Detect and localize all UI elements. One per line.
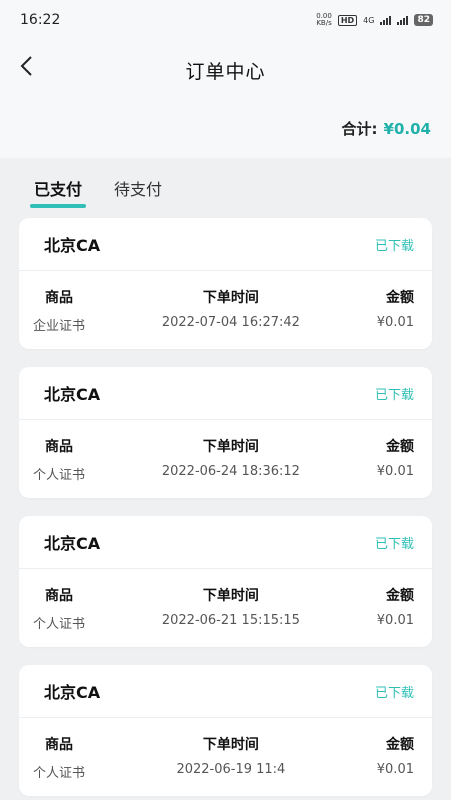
status-time: 16:22 — [20, 12, 61, 28]
time-column: 下单时间 2022-06-19 11:4 — [176, 734, 285, 781]
order-name: 北京CA — [44, 236, 101, 255]
time-column: 下单时间 2022-06-21 15:15:15 — [162, 585, 300, 632]
chevron-left-icon — [20, 56, 32, 76]
amount-value: ¥0.01 — [376, 315, 414, 330]
nav-bar: 订单中心 — [0, 40, 451, 100]
time-label: 下单时间 — [202, 737, 259, 753]
amount-value: ¥0.01 — [376, 613, 414, 628]
signal-icon — [380, 15, 392, 25]
order-card-header: 北京CA 已下载 — [19, 218, 432, 271]
product-value: 个人证书 — [33, 617, 86, 632]
order-name: 北京CA — [44, 534, 101, 553]
order-card-header: 北京CA 已下载 — [19, 516, 432, 569]
battery-icon: 82 — [414, 14, 433, 26]
amount-label: 金额 — [386, 439, 414, 455]
product-column: 商品 个人证书 — [33, 734, 85, 781]
order-card[interactable]: 北京CA 已下载 商品 企业证书 下单时间 2022-07-04 16:27:4… — [19, 218, 432, 349]
back-button[interactable] — [16, 54, 40, 78]
order-card-body: 商品 个人证书 下单时间 2022-06-21 15:15:15 金额 ¥0.0… — [19, 569, 432, 632]
time-column: 下单时间 2022-07-04 16:27:42 — [162, 287, 300, 334]
order-card[interactable]: 北京CA 已下载 商品 个人证书 下单时间 2022-06-21 15:15:1… — [19, 516, 432, 647]
total-label: 合计: — [341, 120, 378, 138]
order-card-body: 商品 个人证书 下单时间 2022-06-24 18:36:12 金额 ¥0.0… — [19, 420, 432, 483]
order-card-header: 北京CA 已下载 — [19, 665, 432, 718]
order-status[interactable]: 已下载 — [375, 682, 414, 701]
total-amount: ¥0.04 — [383, 120, 431, 138]
product-column: 商品 个人证书 — [33, 585, 85, 632]
time-label: 下单时间 — [202, 290, 259, 306]
hd-icon: HD — [337, 14, 358, 26]
amount-label: 金额 — [386, 588, 414, 604]
product-value: 个人证书 — [33, 468, 86, 483]
order-status[interactable]: 已下载 — [375, 384, 414, 403]
order-card-body: 商品 个人证书 下单时间 2022-06-19 11:4 金额 ¥0.01 — [19, 718, 432, 781]
amount-column: 金额 ¥0.01 — [377, 287, 414, 334]
time-value: 2022-07-04 16:27:42 — [161, 315, 300, 330]
order-name: 北京CA — [44, 683, 101, 702]
time-value: 2022-06-19 11:4 — [176, 762, 286, 777]
order-name: 北京CA — [44, 385, 101, 404]
time-column: 下单时间 2022-06-24 18:36:12 — [162, 436, 300, 483]
product-label: 商品 — [45, 290, 73, 306]
product-label: 商品 — [45, 737, 73, 753]
product-value: 个人证书 — [33, 766, 86, 781]
order-card[interactable]: 北京CA 已下载 商品 个人证书 下单时间 2022-06-24 18:36:1… — [19, 367, 432, 498]
wifi-signal-icon — [397, 15, 409, 25]
order-list: 北京CA 已下载 商品 企业证书 下单时间 2022-07-04 16:27:4… — [0, 218, 451, 796]
order-card[interactable]: 北京CA 已下载 商品 个人证书 下单时间 2022-06-19 11:4 金额… — [19, 665, 432, 796]
time-label: 下单时间 — [202, 588, 259, 604]
product-label: 商品 — [45, 588, 73, 604]
time-value: 2022-06-21 15:15:15 — [161, 613, 300, 628]
amount-column: 金额 ¥0.01 — [377, 585, 414, 632]
order-card-header: 北京CA 已下载 — [19, 367, 432, 420]
network-type: 4G — [363, 15, 375, 25]
product-label: 商品 — [45, 439, 73, 455]
amount-label: 金额 — [385, 737, 414, 753]
product-column: 商品 企业证书 — [33, 287, 85, 334]
amount-column: 金额 ¥0.01 — [377, 436, 414, 483]
amount-label: 金额 — [386, 290, 414, 306]
tab-paid[interactable]: 已支付 — [29, 176, 87, 208]
amount-value: ¥0.01 — [376, 762, 414, 777]
order-status[interactable]: 已下载 — [375, 533, 414, 552]
amount-value: ¥0.01 — [376, 464, 414, 479]
status-icons: 0.00 KB/s HD 4G 82 — [316, 13, 433, 27]
status-bar: 16:22 0.00 KB/s HD 4G 82 — [0, 0, 451, 40]
page-title: 订单中心 — [185, 60, 266, 83]
product-column: 商品 个人证书 — [33, 436, 85, 483]
amount-column: 金额 ¥0.01 — [377, 734, 414, 781]
order-tabs: 已支付 待支付 — [0, 158, 451, 218]
order-card-body: 商品 企业证书 下单时间 2022-07-04 16:27:42 金额 ¥0.0… — [19, 271, 432, 334]
network-speed: 0.00 KB/s — [316, 12, 332, 27]
time-value: 2022-06-24 18:36:12 — [161, 464, 300, 479]
header-area: 16:22 0.00 KB/s HD 4G 82 订单中心 合计: ¥0.04 — [0, 0, 451, 158]
product-value: 企业证书 — [33, 319, 86, 334]
order-total: 合计: ¥0.04 — [342, 118, 431, 139]
order-status[interactable]: 已下载 — [375, 235, 414, 254]
tab-unpaid[interactable]: 待支付 — [114, 176, 162, 200]
time-label: 下单时间 — [202, 439, 259, 455]
